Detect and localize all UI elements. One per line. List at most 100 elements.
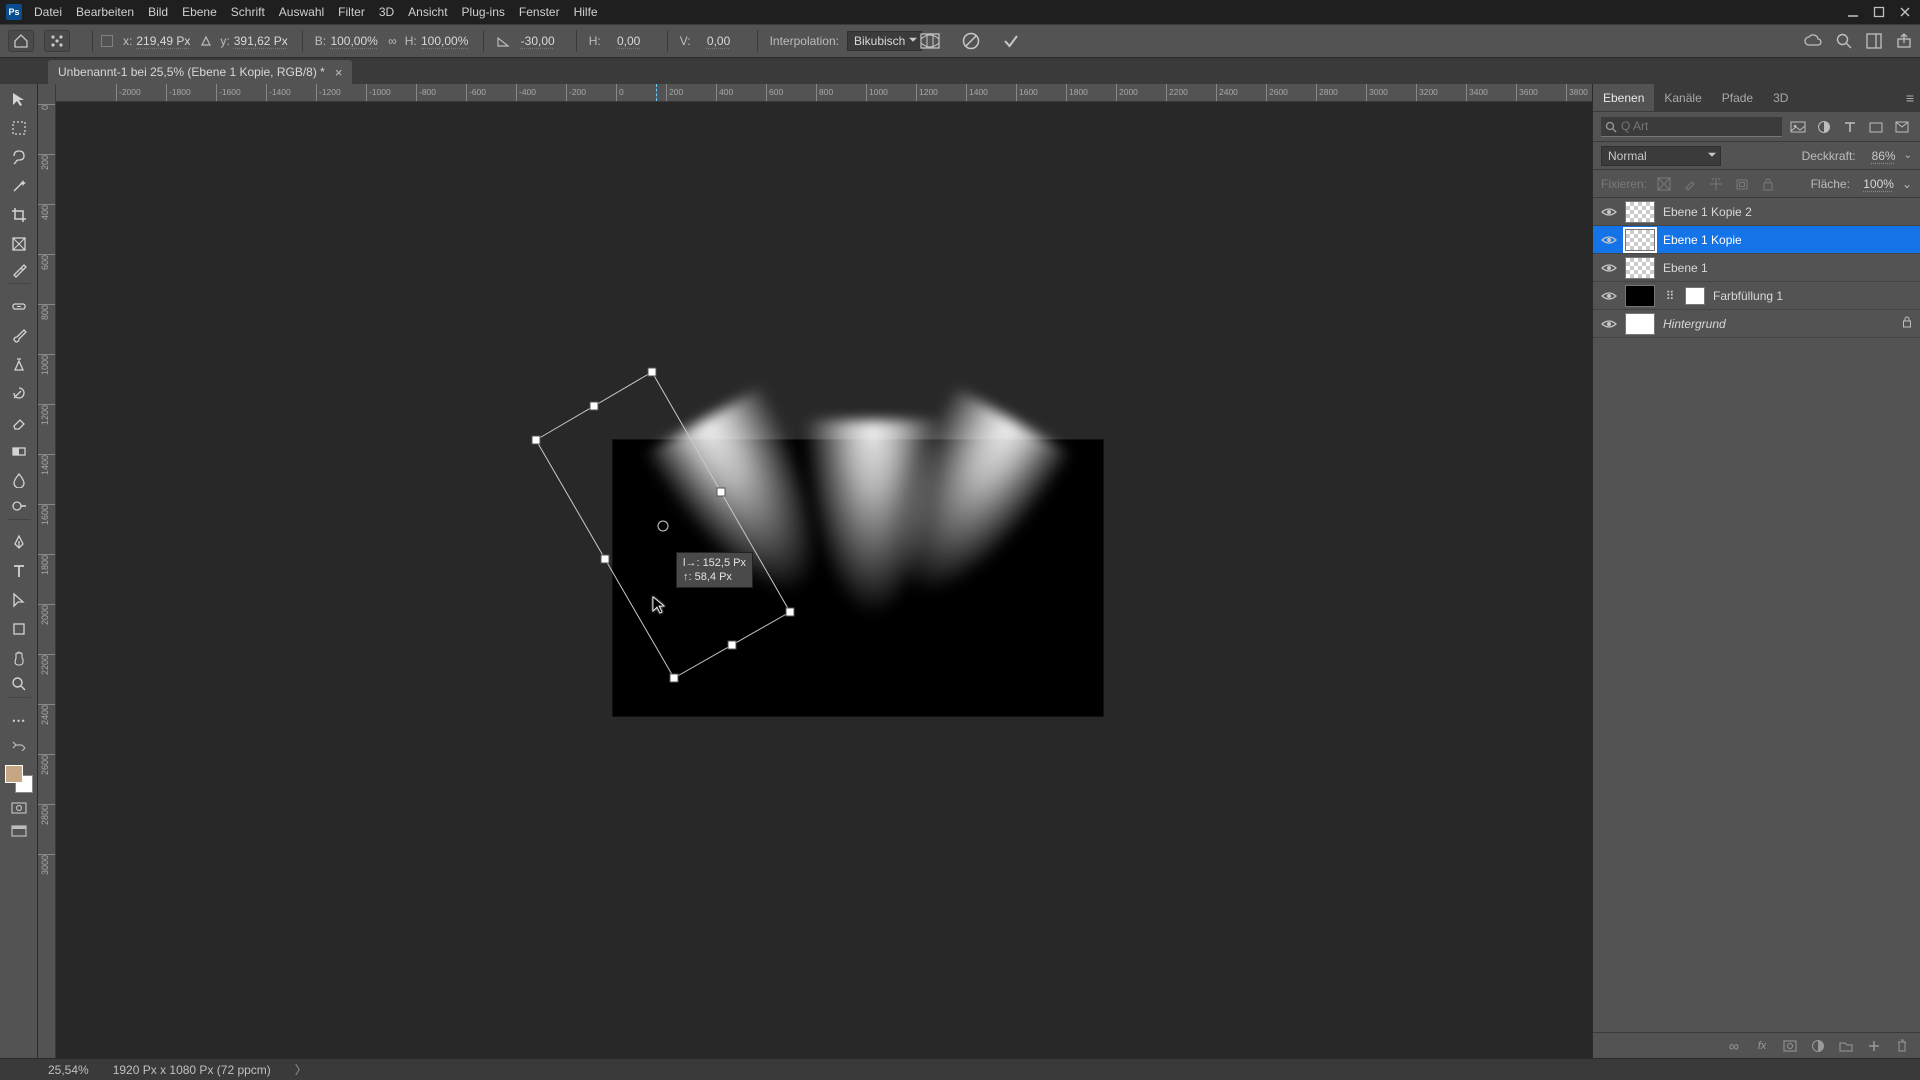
menu-datei[interactable]: Datei — [34, 5, 62, 19]
search-app-icon[interactable] — [1836, 33, 1852, 49]
menu-hilfe[interactable]: Hilfe — [574, 5, 598, 19]
menu-fenster[interactable]: Fenster — [519, 5, 560, 19]
layer-thumbnail[interactable] — [1625, 285, 1655, 307]
eyedropper-tool[interactable] — [7, 262, 31, 284]
panel-tab-pfade[interactable]: Pfade — [1712, 84, 1763, 111]
fx-icon[interactable]: fx — [1754, 1038, 1770, 1054]
width-value-field[interactable]: 100,00% — [330, 34, 378, 48]
filter-adjust-icon[interactable] — [1814, 118, 1834, 136]
foreground-color-swatch[interactable] — [5, 765, 23, 783]
group-icon[interactable] — [1838, 1038, 1854, 1054]
layer-list[interactable]: Ebene 1 Kopie 2 Ebene 1 Kopie Ebene 1 ⠿ Farb… — [1593, 198, 1920, 1032]
chevron-down-icon[interactable]: ⌄ — [1904, 150, 1912, 161]
workspace-switcher-icon[interactable] — [1866, 33, 1882, 49]
panel-tab-3d[interactable]: 3D — [1763, 84, 1798, 111]
height-value-field[interactable]: 100,00% — [421, 34, 469, 48]
warp-mode-button[interactable] — [920, 33, 940, 49]
swap-colors-icon[interactable] — [10, 738, 28, 754]
link-layers-icon[interactable]: ∞ — [1726, 1038, 1742, 1054]
gradient-tool[interactable] — [7, 440, 31, 462]
fill-value-field[interactable]: 100% — [1858, 177, 1894, 191]
magic-wand-tool[interactable] — [7, 175, 31, 197]
menu-auswahl[interactable]: Auswahl — [279, 5, 324, 19]
layer-thumbnail[interactable] — [1625, 229, 1655, 251]
layer-visibility-toggle[interactable] — [1601, 318, 1617, 330]
layer-visibility-toggle[interactable] — [1601, 234, 1617, 246]
eraser-tool[interactable] — [7, 411, 31, 433]
skew-v-value-field[interactable]: 0,00 — [695, 34, 743, 48]
lock-trans-icon[interactable] — [1655, 175, 1673, 193]
interpolation-select[interactable]: Bikubisch — [847, 31, 922, 51]
clone-stamp-tool[interactable] — [7, 353, 31, 375]
menu-ebene[interactable]: Ebene — [182, 5, 217, 19]
layer-name[interactable]: Hintergrund — [1663, 317, 1894, 331]
link-wh-icon[interactable]: ∞ — [388, 34, 397, 48]
layer-thumbnail[interactable] — [1625, 257, 1655, 279]
filter-type-icon[interactable] — [1840, 118, 1860, 136]
window-minimize-button[interactable] — [1844, 5, 1862, 19]
menu-plug-ins[interactable]: Plug-ins — [462, 5, 505, 19]
path-selection-tool[interactable] — [7, 589, 31, 611]
x-value-field[interactable]: 219,49 Px — [136, 34, 190, 48]
menu-filter[interactable]: Filter — [338, 5, 365, 19]
layer-visibility-toggle[interactable] — [1601, 262, 1617, 274]
panel-menu-icon[interactable]: ≡ — [1906, 90, 1914, 106]
document-tab[interactable]: Unbenannt-1 bei 25,5% (Ebene 1 Kopie, RG… — [48, 60, 352, 84]
history-brush-tool[interactable] — [7, 382, 31, 404]
menu-3d[interactable]: 3D — [379, 5, 394, 19]
vertical-ruler[interactable]: 0200400600800100012001400160018002000220… — [38, 84, 56, 1058]
layer-thumbnail[interactable] — [1625, 201, 1655, 223]
brush-tool[interactable] — [7, 324, 31, 346]
zoom-percentage[interactable]: 25,54% — [48, 1063, 89, 1077]
canvas-viewport[interactable]: l→: 152,5 Px ↑: 58,4 Px — [56, 102, 1592, 1058]
filter-shape-icon[interactable] — [1866, 118, 1886, 136]
status-chevron-icon[interactable]: 〉 — [295, 1061, 307, 1078]
chevron-down-icon[interactable]: ⌄ — [1902, 177, 1912, 191]
menu-ansicht[interactable]: Ansicht — [408, 5, 447, 19]
layer-row[interactable]: Ebene 1 — [1593, 254, 1920, 282]
layer-row[interactable]: Ebene 1 Kopie 2 — [1593, 198, 1920, 226]
layer-name[interactable]: Ebene 1 — [1663, 261, 1912, 275]
lock-all-icon[interactable] — [1759, 175, 1777, 193]
close-tab-button[interactable]: × — [335, 65, 343, 80]
edit-toolbar-button[interactable]: ⋯ — [7, 709, 31, 731]
dodge-tool[interactable] — [7, 498, 31, 520]
new-layer-icon[interactable] — [1866, 1038, 1882, 1054]
layer-name[interactable]: Farbfüllung 1 — [1713, 289, 1912, 303]
window-maximize-button[interactable] — [1870, 5, 1888, 19]
healing-brush-tool[interactable] — [7, 295, 31, 317]
shape-tool[interactable] — [7, 618, 31, 640]
angle-value-field[interactable]: -30,00 — [514, 34, 562, 48]
crop-tool[interactable] — [7, 204, 31, 226]
layer-filter-input[interactable] — [1601, 117, 1782, 137]
skew-h-value-field[interactable]: 0,00 — [605, 34, 653, 48]
transform-corner-handle[interactable] — [532, 436, 541, 445]
menu-bearbeiten[interactable]: Bearbeiten — [76, 5, 134, 19]
pen-tool[interactable] — [7, 531, 31, 553]
blend-mode-select[interactable]: Normal — [1601, 146, 1721, 166]
panel-tab-kanäle[interactable]: Kanäle — [1654, 84, 1711, 111]
layer-thumbnail[interactable] — [1625, 313, 1655, 335]
lasso-tool[interactable] — [7, 146, 31, 168]
home-button[interactable] — [8, 30, 34, 52]
relative-position-checkbox[interactable] — [101, 35, 113, 47]
frame-tool[interactable] — [7, 233, 31, 255]
layer-mask-thumbnail[interactable] — [1685, 287, 1705, 305]
layer-name[interactable]: Ebene 1 Kopie 2 — [1663, 205, 1912, 219]
color-swatches[interactable] — [5, 765, 33, 793]
mask-link-icon[interactable]: ⠿ — [1663, 289, 1677, 303]
filter-smart-icon[interactable] — [1892, 118, 1912, 136]
transform-edge-handle[interactable] — [590, 402, 599, 411]
delete-layer-icon[interactable] — [1894, 1038, 1910, 1054]
marquee-tool[interactable] — [7, 117, 31, 139]
layer-row[interactable]: Hintergrund — [1593, 310, 1920, 338]
move-tool[interactable] — [7, 88, 31, 110]
lock-nested-icon[interactable] — [1733, 175, 1751, 193]
y-value-field[interactable]: 391,62 Px — [234, 34, 288, 48]
window-close-button[interactable] — [1896, 5, 1914, 19]
layer-row[interactable]: Ebene 1 Kopie — [1593, 226, 1920, 254]
quickmask-button[interactable] — [10, 800, 28, 816]
commit-transform-button[interactable] — [1002, 32, 1020, 50]
transform-edge-handle[interactable] — [601, 555, 610, 564]
horizontal-ruler[interactable]: -2000-1800-1600-1400-1200-1000-800-600-4… — [56, 84, 1592, 102]
